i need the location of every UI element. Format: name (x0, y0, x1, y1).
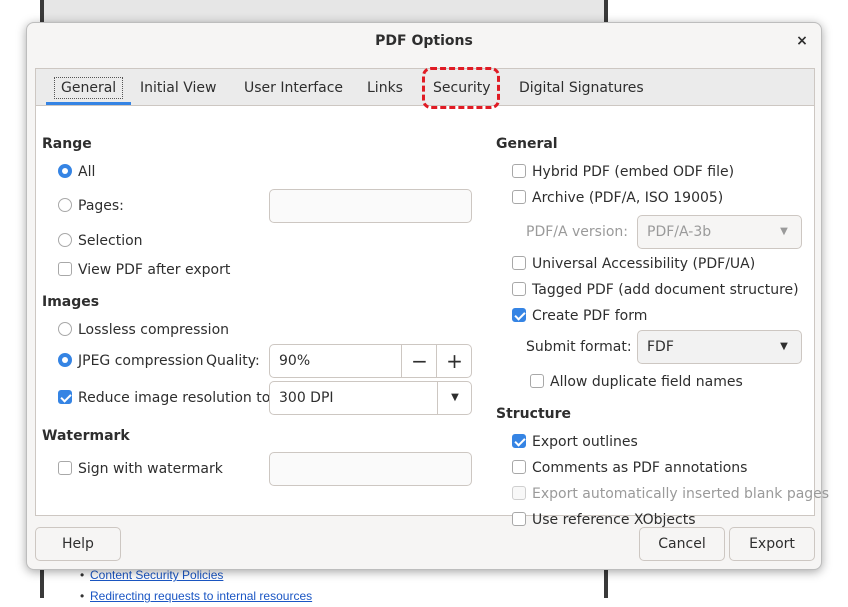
export-outlines-label: Export outlines (532, 434, 638, 450)
jpeg-radio[interactable]: JPEG compression (58, 349, 203, 373)
images-heading: Images (42, 294, 100, 310)
range-pages-radio[interactable]: Pages: (58, 194, 124, 218)
tab-general[interactable]: General (46, 69, 132, 105)
options-notebook: General Initial View User Interface Link… (35, 67, 829, 528)
archive-checkbox[interactable]: Archive (PDF/A, ISO 19005) (512, 186, 723, 210)
watermark-heading: Watermark (42, 428, 130, 444)
create-form-label: Create PDF form (532, 308, 648, 324)
checkbox-icon (512, 434, 526, 448)
submit-format-label: Submit format: (526, 339, 632, 355)
jpeg-label: JPEG compression (78, 353, 204, 369)
pdfa-version-combo: PDF/A-3b ▼ (637, 215, 802, 249)
tab-user-interface[interactable]: User Interface (236, 69, 351, 105)
tab-links[interactable]: Links (359, 69, 411, 105)
close-icon[interactable]: × (793, 32, 811, 50)
background-links: Content Security Policies Redirecting re… (90, 565, 312, 607)
background-link[interactable]: Redirecting requests to internal resourc… (90, 586, 312, 607)
radio-icon (58, 353, 72, 367)
checkbox-icon (512, 256, 526, 270)
checkbox-icon (512, 190, 526, 204)
dialog-titlebar: PDF Options × (27, 23, 821, 61)
tab-digital-signatures[interactable]: Digital Signatures (511, 69, 652, 105)
blank-pages-checkbox: Export automatically inserted blank page… (512, 482, 829, 506)
submit-format-combo[interactable]: FDF ▼ (637, 330, 802, 364)
background-toolbar (44, 0, 604, 22)
tab-bar: General Initial View User Interface Link… (36, 67, 814, 109)
structure-heading: Structure (496, 406, 572, 422)
range-all-label: All (78, 164, 96, 180)
universal-accessibility-checkbox[interactable]: Universal Accessibility (PDF/UA) (512, 252, 755, 276)
universal-accessibility-label: Universal Accessibility (PDF/UA) (532, 256, 756, 272)
submit-format-value: FDF (647, 339, 674, 355)
view-after-export-checkbox[interactable]: View PDF after export (58, 258, 230, 282)
general-heading: General (496, 136, 558, 152)
chevron-down-icon[interactable]: ▼ (437, 382, 472, 414)
chevron-down-icon[interactable]: ▼ (767, 331, 801, 363)
quality-label: Quality: (206, 353, 260, 369)
blank-pages-label: Export automatically inserted blank page… (532, 486, 830, 502)
minus-icon[interactable]: − (401, 345, 437, 377)
pages-input[interactable] (269, 189, 472, 223)
allow-duplicate-label: Allow duplicate field names (550, 374, 743, 390)
range-heading: Range (42, 136, 92, 152)
pdf-options-dialog: PDF Options × General Initial View User … (26, 22, 829, 570)
view-after-export-label: View PDF after export (78, 262, 231, 278)
quality-value: 90% (279, 353, 311, 369)
range-pages-label: Pages: (78, 198, 124, 214)
pdfa-version-value: PDF/A-3b (647, 224, 712, 240)
resolution-combo[interactable]: 300 DPI ▼ (269, 381, 472, 415)
checkbox-icon (530, 374, 544, 388)
dialog-title: PDF Options (375, 33, 473, 49)
xobjects-label: Use reference XObjects (532, 512, 696, 528)
checkbox-icon (512, 282, 526, 296)
hybrid-pdf-label: Hybrid PDF (embed ODF file) (532, 164, 735, 180)
range-all-radio[interactable]: All (58, 160, 95, 184)
export-button[interactable]: Export (729, 527, 815, 561)
checkbox-icon (512, 512, 526, 526)
sign-watermark-label: Sign with watermark (78, 461, 223, 477)
checkbox-icon (512, 164, 526, 178)
lossless-label: Lossless compression (78, 322, 230, 338)
checkbox-icon (512, 460, 526, 474)
tagged-pdf-label: Tagged PDF (add document structure) (532, 282, 799, 298)
lossless-radio[interactable]: Lossless compression (58, 318, 229, 342)
watermark-input[interactable] (269, 452, 472, 486)
create-form-checkbox[interactable]: Create PDF form (512, 304, 647, 328)
help-button[interactable]: Help (35, 527, 121, 561)
range-selection-radio[interactable]: Selection (58, 229, 143, 253)
radio-icon (58, 233, 72, 247)
pdfa-version-label: PDF/A version: (526, 224, 629, 240)
sign-watermark-checkbox[interactable]: Sign with watermark (58, 457, 223, 481)
tab-security[interactable]: Security (425, 69, 499, 105)
reduce-resolution-label: Reduce image resolution to: (78, 390, 276, 406)
reduce-resolution-checkbox[interactable]: Reduce image resolution to: (58, 386, 275, 410)
radio-icon (58, 164, 72, 178)
chevron-down-icon: ▼ (780, 226, 788, 237)
checkbox-icon (512, 486, 526, 500)
archive-label: Archive (PDF/A, ISO 19005) (532, 190, 724, 206)
export-outlines-checkbox[interactable]: Export outlines (512, 430, 638, 454)
checkbox-icon (58, 262, 72, 276)
cancel-button[interactable]: Cancel (639, 527, 725, 561)
tab-initial-view[interactable]: Initial View (132, 69, 224, 105)
checkbox-icon (58, 390, 72, 404)
resolution-value: 300 DPI (279, 390, 334, 406)
comments-checkbox[interactable]: Comments as PDF annotations (512, 456, 747, 480)
radio-icon (58, 198, 72, 212)
plus-icon[interactable]: + (436, 345, 472, 377)
tagged-pdf-checkbox[interactable]: Tagged PDF (add document structure) (512, 278, 799, 302)
allow-duplicate-checkbox[interactable]: Allow duplicate field names (530, 370, 743, 394)
range-selection-label: Selection (78, 233, 143, 249)
checkbox-icon (512, 308, 526, 322)
comments-label: Comments as PDF annotations (532, 460, 748, 476)
hybrid-pdf-checkbox[interactable]: Hybrid PDF (embed ODF file) (512, 160, 734, 184)
checkbox-icon (58, 461, 72, 475)
quality-spinbutton[interactable]: 90% − + (269, 344, 472, 378)
radio-icon (58, 322, 72, 336)
